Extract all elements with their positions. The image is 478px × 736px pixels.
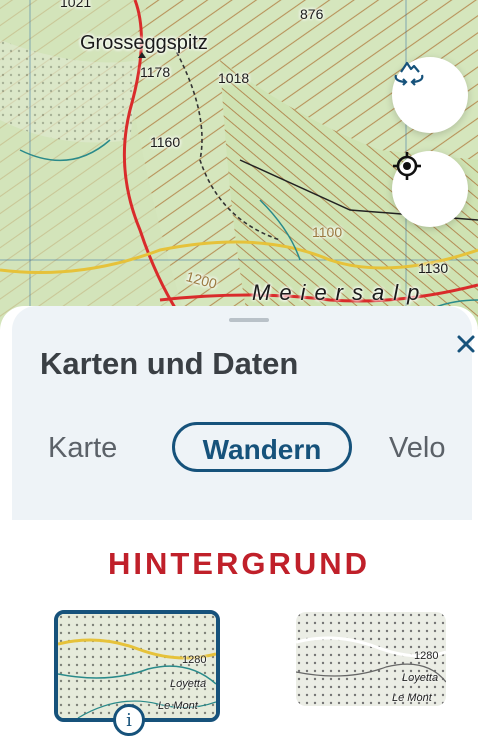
terrain-3d-button[interactable] (392, 57, 468, 133)
tab-velo[interactable]: Velo (389, 420, 445, 476)
background-option-bw-map[interactable]: 1280 Loyetta Le Mont (296, 612, 446, 706)
thumbnail-label: Le Mont (392, 692, 432, 704)
info-button[interactable]: i (113, 704, 145, 736)
locate-me-button[interactable] (392, 151, 468, 227)
map-altitude-label: 876 (300, 6, 324, 22)
tab-wandern[interactable]: Wandern (172, 422, 352, 472)
thumbnail-label: Loyetta (170, 678, 207, 690)
mountain-3d-rotate-icon (394, 61, 424, 86)
map-altitude-label: 1160 (150, 134, 181, 150)
thumbnail-label: 1280 (182, 654, 207, 666)
map-view[interactable]: Grosseggspitz 1178 1018 1160 876 1021 11… (0, 0, 478, 330)
thumbnail-label: 1280 (414, 650, 439, 662)
section-title-background: HINTERGRUND (107, 546, 371, 581)
thumbnail-label: Le Mont (158, 700, 198, 712)
map-altitude-label: 1178 (140, 64, 171, 80)
sheet-header: Karten und Daten (12, 306, 475, 520)
sheet-title: Karten und Daten (40, 346, 299, 381)
info-icon: i (126, 709, 132, 731)
close-icon (457, 335, 475, 353)
map-region-label: Meiersalp (252, 280, 429, 305)
sheet-drag-handle[interactable] (229, 318, 269, 322)
map-contour-label: 1100 (312, 224, 343, 240)
maps-data-sheet: Karten und Daten Karte Wandern Velo HINT… (0, 306, 478, 736)
close-button[interactable] (452, 330, 478, 358)
map-altitude-label: 1021 (60, 0, 92, 10)
category-tabs: Karte Wandern Velo (0, 420, 478, 476)
map-peak-label: Grosseggspitz (80, 32, 208, 54)
crosshair-location-icon (393, 152, 421, 180)
tab-karte[interactable]: Karte (48, 420, 117, 476)
map-altitude-label: 1018 (218, 70, 250, 86)
thumbnail-label: Loyetta (402, 672, 439, 684)
map-altitude-label: 1130 (418, 260, 449, 276)
